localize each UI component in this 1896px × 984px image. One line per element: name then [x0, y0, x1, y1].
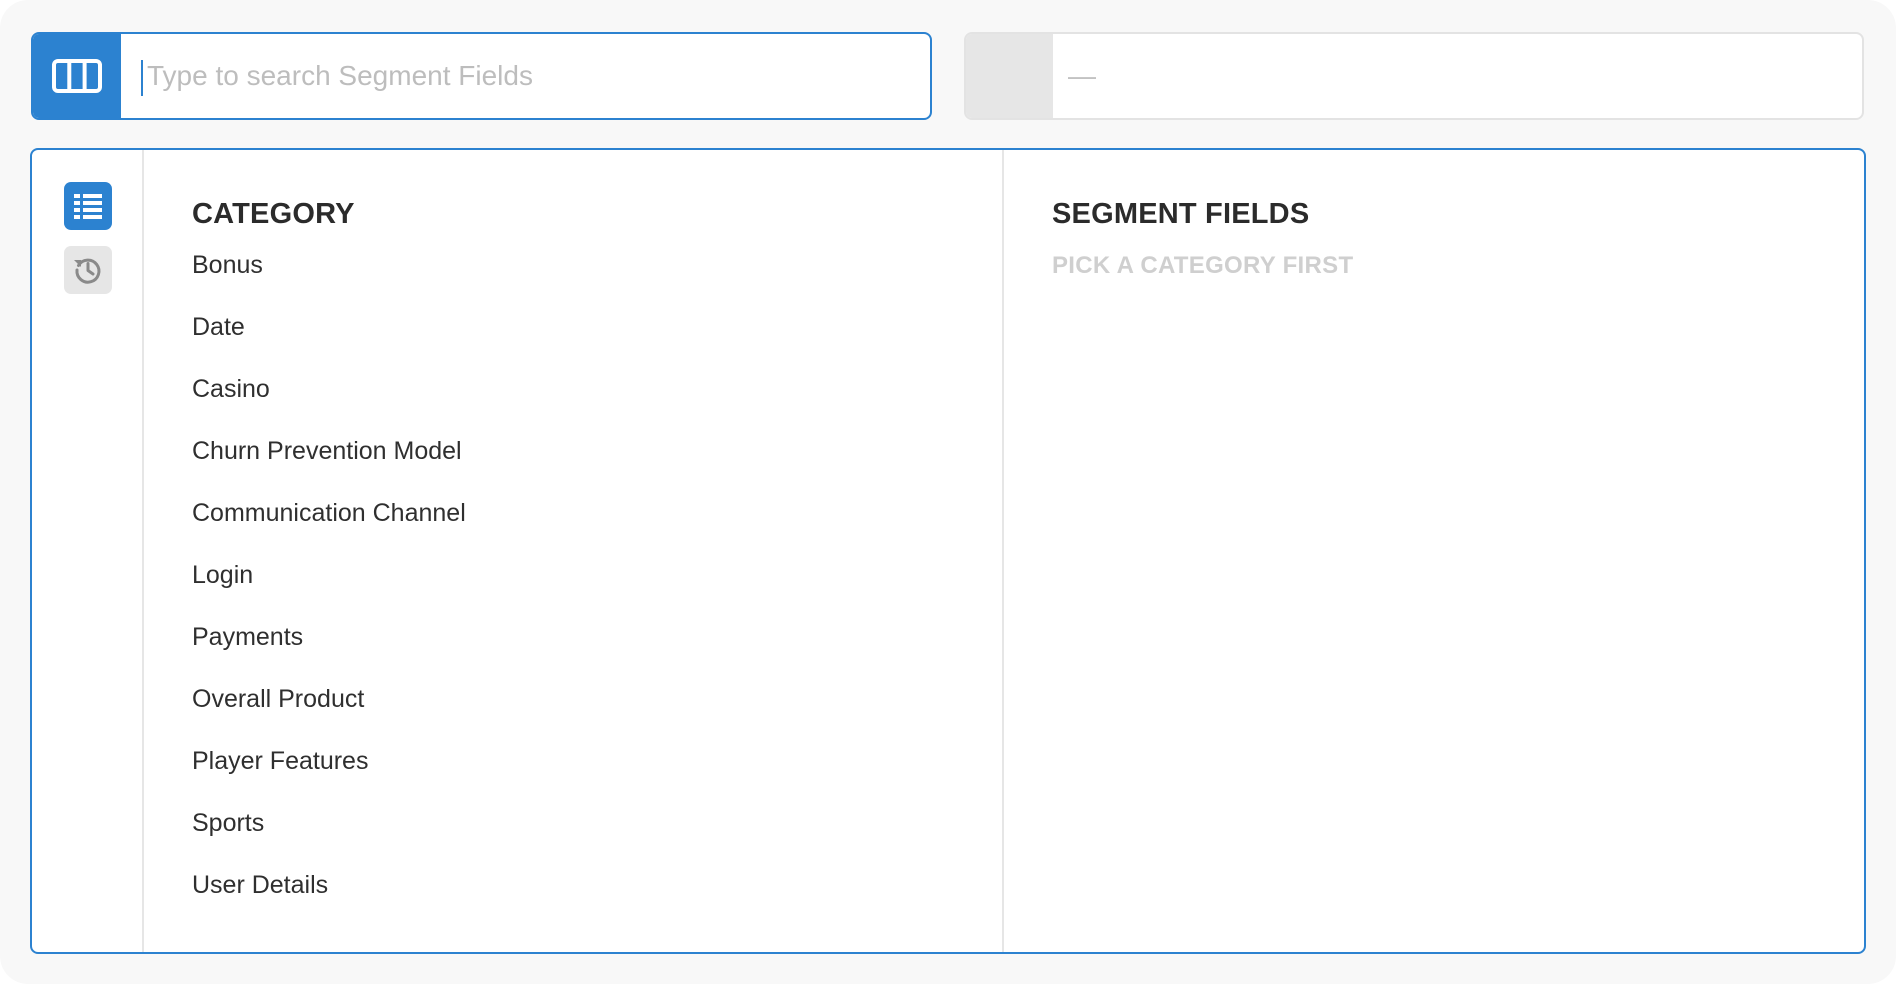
- category-item[interactable]: Overall Product: [192, 684, 466, 746]
- list-icon: [74, 194, 102, 219]
- segment-fields-column: SEGMENT FIELDS PICK A CATEGORY FIRST: [1004, 150, 1864, 952]
- category-item[interactable]: Casino: [192, 374, 466, 436]
- category-item[interactable]: Communication Channel: [192, 498, 466, 560]
- empty-state-hint: PICK A CATEGORY FIRST: [1052, 252, 1354, 279]
- selected-value-box[interactable]: —: [964, 32, 1864, 120]
- category-item[interactable]: User Details: [192, 870, 466, 932]
- category-item[interactable]: Player Features: [192, 746, 466, 808]
- segment-field-picker: —: [0, 0, 1896, 984]
- columns-icon: [52, 59, 102, 93]
- text-caret: [141, 60, 143, 96]
- category-item[interactable]: Payments: [192, 622, 466, 684]
- selected-value-text: —: [1068, 60, 1096, 91]
- value-type-button[interactable]: [966, 34, 1053, 118]
- columns-button[interactable]: [33, 34, 121, 118]
- category-heading: CATEGORY: [192, 198, 355, 230]
- category-item[interactable]: Date: [192, 312, 466, 374]
- category-item[interactable]: Churn Prevention Model: [192, 436, 466, 498]
- view-rail: [32, 150, 144, 952]
- segment-fields-heading: SEGMENT FIELDS: [1052, 198, 1310, 230]
- search-box[interactable]: [31, 32, 932, 120]
- category-item[interactable]: Login: [192, 560, 466, 622]
- picker-panel: CATEGORY Bonus Date Casino Churn Prevent…: [30, 148, 1866, 954]
- category-list: Bonus Date Casino Churn Prevention Model…: [192, 250, 466, 932]
- history-view-button[interactable]: [64, 246, 112, 294]
- list-view-button[interactable]: [64, 182, 112, 230]
- search-input[interactable]: [137, 34, 917, 118]
- history-icon: [74, 258, 101, 284]
- category-column: CATEGORY Bonus Date Casino Churn Prevent…: [144, 150, 1004, 952]
- category-item[interactable]: Bonus: [192, 250, 466, 312]
- category-item[interactable]: Sports: [192, 808, 466, 870]
